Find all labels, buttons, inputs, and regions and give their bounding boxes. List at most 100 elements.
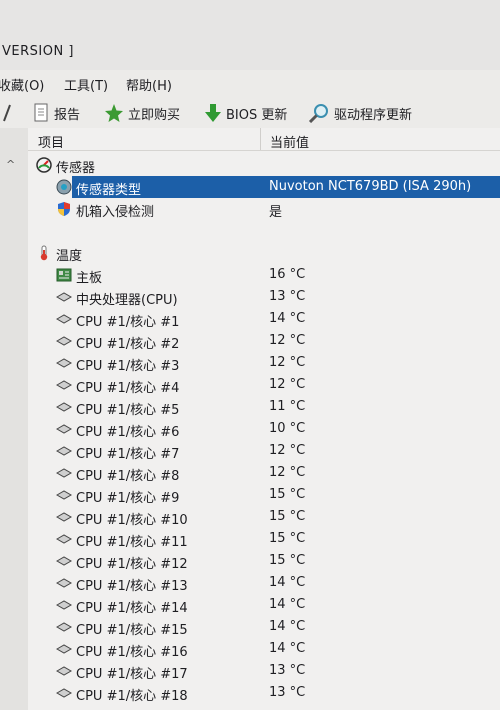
cpu-chip-icon bbox=[56, 512, 72, 522]
temp-label: CPU #1/核心 #18 bbox=[76, 689, 188, 704]
group-temperature-label: 温度 bbox=[56, 249, 83, 264]
toolbar: 报告 立即购买 BIOS 更新 驱动程序更新 bbox=[0, 96, 500, 129]
cpu-chip-icon bbox=[56, 446, 72, 456]
cpu-chip-icon bbox=[56, 622, 72, 632]
report-label: 报告 bbox=[54, 107, 81, 123]
motherboard-icon bbox=[56, 268, 72, 282]
cpu-chip-icon bbox=[56, 556, 72, 566]
column-header: 项目 当前值 bbox=[28, 128, 500, 151]
temp-value: 13 °C bbox=[269, 685, 306, 700]
shield-icon bbox=[58, 202, 70, 216]
temp-label: CPU #1/核心 #15 bbox=[76, 623, 188, 638]
temp-row[interactable]: CPU #1/核心 #12 15 °C bbox=[28, 550, 500, 572]
temp-row[interactable]: CPU #1/核心 #15 14 °C bbox=[28, 616, 500, 638]
report-button[interactable]: 报告 bbox=[32, 102, 80, 124]
temp-label: CPU #1/核心 #1 bbox=[76, 315, 180, 330]
temp-value: 11 °C bbox=[269, 399, 306, 414]
temp-row[interactable]: CPU #1/核心 #18 13 °C bbox=[28, 682, 500, 704]
temp-value: 12 °C bbox=[269, 377, 306, 392]
intrusion-detection-label: 机箱入侵检测 bbox=[76, 205, 155, 220]
window-title: VERSION ] bbox=[2, 44, 74, 59]
cpu-chip-icon bbox=[56, 534, 72, 544]
temp-row[interactable]: CPU #1/核心 #2 12 °C bbox=[28, 330, 500, 352]
temp-row[interactable]: 主板 16 °C bbox=[28, 264, 500, 286]
driver-update-label: 驱动程序更新 bbox=[334, 107, 413, 123]
temp-value: 14 °C bbox=[269, 619, 306, 634]
cpu-chip-icon bbox=[56, 644, 72, 654]
star-icon bbox=[105, 104, 123, 122]
temp-value: 15 °C bbox=[269, 553, 306, 568]
sensor-chip-icon bbox=[56, 179, 72, 195]
temp-label: CPU #1/核心 #8 bbox=[76, 469, 180, 484]
temp-value: 16 °C bbox=[269, 267, 306, 282]
temp-row[interactable]: CPU #1/核心 #17 13 °C bbox=[28, 660, 500, 682]
cpu-chip-icon bbox=[56, 336, 72, 346]
bios-update-button[interactable]: BIOS 更新 bbox=[204, 102, 287, 124]
temp-row[interactable]: 中央处理器(CPU) 13 °C bbox=[28, 286, 500, 308]
column-item[interactable]: 项目 bbox=[38, 132, 64, 151]
column-value[interactable]: 当前值 bbox=[270, 132, 309, 151]
temp-row[interactable]: CPU #1/核心 #14 14 °C bbox=[28, 594, 500, 616]
cpu-chip-icon bbox=[56, 292, 72, 302]
temp-row[interactable]: CPU #1/核心 #9 15 °C bbox=[28, 484, 500, 506]
temp-label: CPU #1/核心 #11 bbox=[76, 535, 188, 550]
cpu-chip-icon bbox=[56, 314, 72, 324]
temp-row[interactable]: CPU #1/核心 #7 12 °C bbox=[28, 440, 500, 462]
temp-row[interactable]: CPU #1/核心 #10 15 °C bbox=[28, 506, 500, 528]
collapse-chevron-icon[interactable]: ^ bbox=[6, 158, 15, 171]
group-sensors[interactable]: 传感器 bbox=[28, 154, 500, 176]
temp-row[interactable]: CPU #1/核心 #6 10 °C bbox=[28, 418, 500, 440]
temp-label: CPU #1/核心 #17 bbox=[76, 667, 188, 682]
back-button[interactable] bbox=[2, 102, 16, 124]
group-temperature[interactable]: 温度 bbox=[28, 242, 500, 264]
temp-row[interactable]: CPU #1/核心 #4 12 °C bbox=[28, 374, 500, 396]
temp-row[interactable]: CPU #1/核心 #1 14 °C bbox=[28, 308, 500, 330]
temp-value: 14 °C bbox=[269, 575, 306, 590]
magnifier-icon bbox=[308, 104, 328, 123]
temp-value: 15 °C bbox=[269, 487, 306, 502]
temp-row[interactable]: CPU #1/核心 #8 12 °C bbox=[28, 462, 500, 484]
cpu-chip-icon bbox=[56, 424, 72, 434]
column-divider[interactable] bbox=[260, 128, 261, 150]
temp-row[interactable]: CPU #1/核心 #5 11 °C bbox=[28, 396, 500, 418]
temp-value: 12 °C bbox=[269, 465, 306, 480]
temp-label: CPU #1/核心 #7 bbox=[76, 447, 180, 462]
temp-label: 中央处理器(CPU) bbox=[76, 293, 178, 308]
slash-icon bbox=[3, 104, 11, 122]
temp-label: CPU #1/核心 #4 bbox=[76, 381, 180, 396]
temp-label: CPU #1/核心 #12 bbox=[76, 557, 188, 572]
menu-help[interactable]: 帮助(H) bbox=[126, 75, 172, 94]
sensor-type-label: 传感器类型 bbox=[76, 183, 142, 198]
temp-label: CPU #1/核心 #14 bbox=[76, 601, 188, 616]
temp-row[interactable]: CPU #1/核心 #13 14 °C bbox=[28, 572, 500, 594]
temp-label: CPU #1/核心 #5 bbox=[76, 403, 180, 418]
temp-row[interactable]: CPU #1/核心 #3 12 °C bbox=[28, 352, 500, 374]
menu-bar: 收藏(O) 工具(T) 帮助(H) bbox=[0, 70, 500, 96]
temp-label: CPU #1/核心 #2 bbox=[76, 337, 180, 352]
buy-now-label: 立即购买 bbox=[128, 107, 181, 123]
temp-value: 12 °C bbox=[269, 333, 306, 348]
cpu-chip-icon bbox=[56, 402, 72, 412]
cpu-chip-icon bbox=[56, 666, 72, 676]
cpu-chip-icon bbox=[56, 688, 72, 698]
temp-row[interactable]: CPU #1/核心 #16 14 °C bbox=[28, 638, 500, 660]
temp-row[interactable]: CPU #1/核心 #11 15 °C bbox=[28, 528, 500, 550]
temp-value: 10 °C bbox=[269, 421, 306, 436]
cpu-chip-icon bbox=[56, 600, 72, 610]
group-sensors-label: 传感器 bbox=[56, 161, 96, 176]
buy-now-button[interactable]: 立即购买 bbox=[104, 102, 180, 124]
driver-update-button[interactable]: 驱动程序更新 bbox=[308, 102, 412, 124]
title-bar: VERSION ] bbox=[0, 0, 500, 71]
sensor-type-value: Nuvoton NCT679BD (ISA 290h) bbox=[269, 179, 472, 194]
sensor-gauge-icon bbox=[36, 157, 52, 173]
menu-favorites[interactable]: 收藏(O) bbox=[0, 75, 44, 94]
cpu-chip-icon bbox=[56, 468, 72, 478]
cpu-chip-icon bbox=[56, 578, 72, 588]
download-arrow-icon bbox=[205, 104, 221, 122]
sensor-type-row[interactable]: 传感器类型 Nuvoton NCT679BD (ISA 290h) bbox=[28, 176, 500, 198]
menu-tools[interactable]: 工具(T) bbox=[64, 75, 108, 94]
temp-value: 14 °C bbox=[269, 641, 306, 656]
temp-label: CPU #1/核心 #16 bbox=[76, 645, 188, 660]
intrusion-detection-row[interactable]: 机箱入侵检测 是 bbox=[28, 198, 500, 220]
temp-label: CPU #1/核心 #3 bbox=[76, 359, 180, 374]
